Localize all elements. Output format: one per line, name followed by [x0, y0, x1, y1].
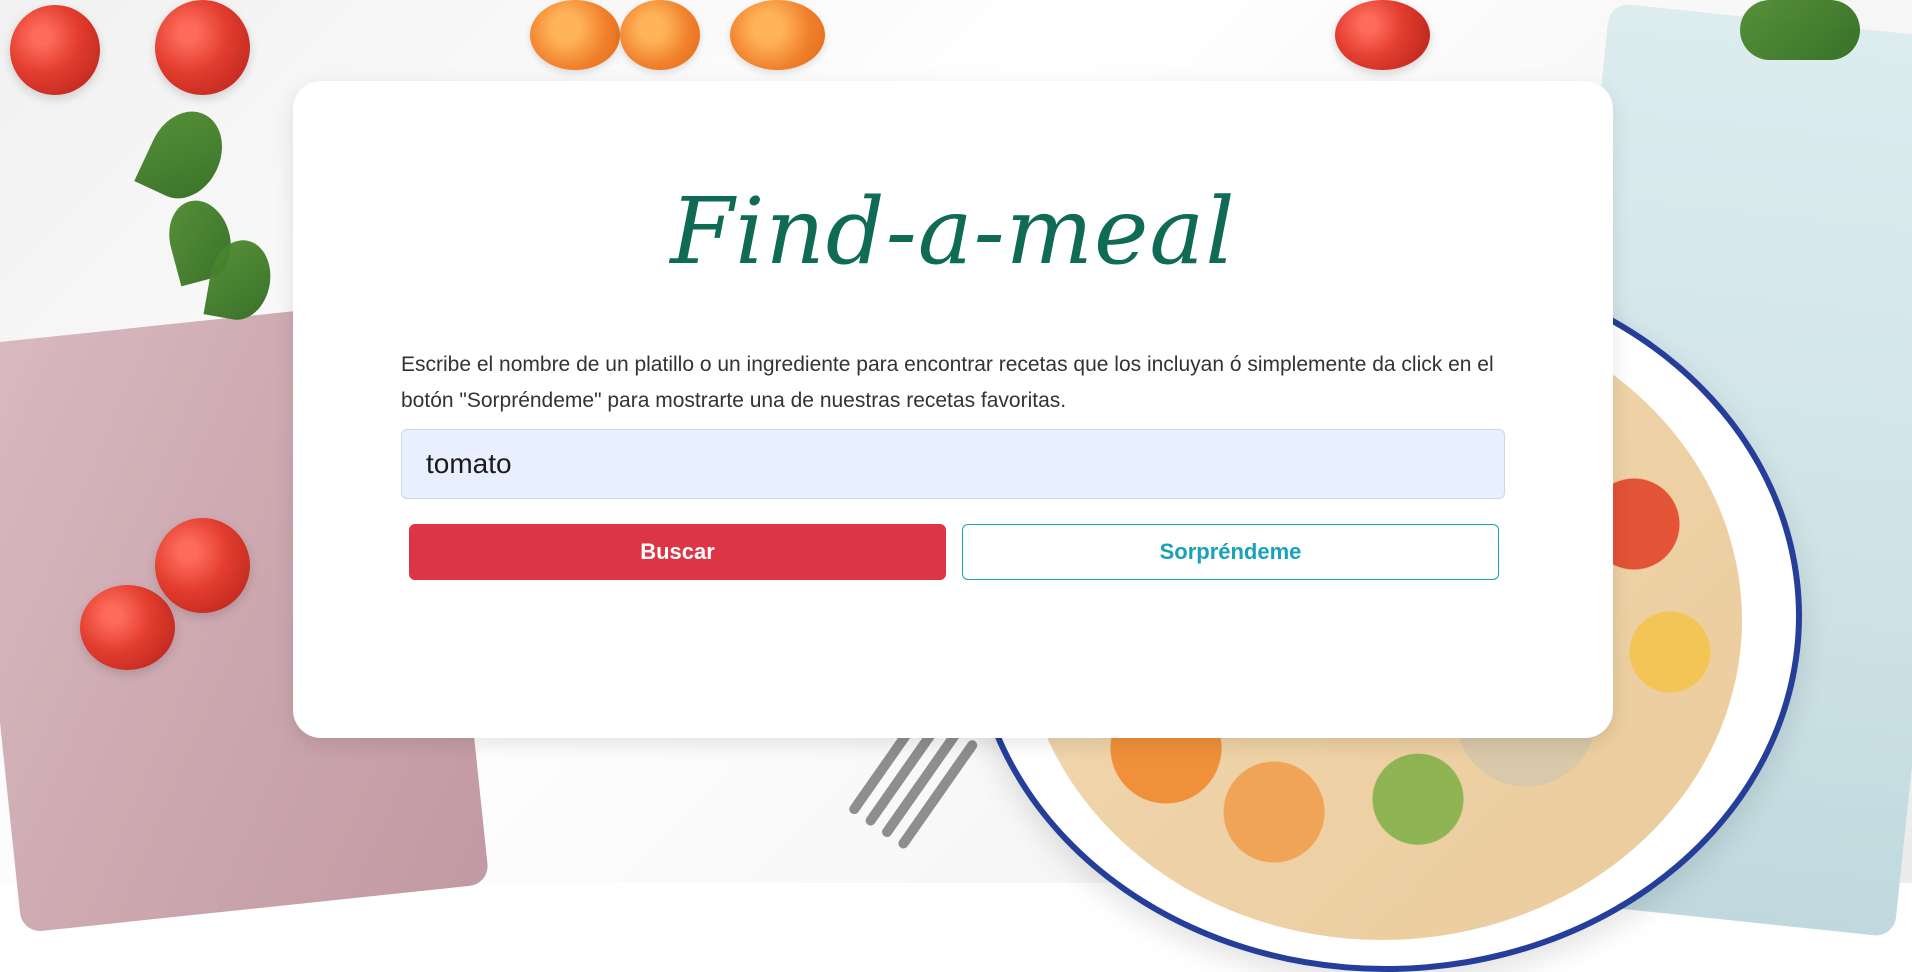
carrot-slice-icon — [620, 0, 700, 70]
tomato-icon — [80, 585, 175, 670]
search-card: Find-a-meal Escribe el nombre de un plat… — [293, 81, 1613, 738]
search-input[interactable] — [401, 429, 1505, 499]
basil-leaf-icon — [134, 99, 235, 210]
tomato-icon — [155, 518, 250, 613]
tomato-icon — [1335, 0, 1430, 70]
tomato-icon — [155, 0, 250, 95]
carrot-slice-icon — [530, 0, 620, 70]
tomato-icon — [10, 5, 100, 95]
surprise-me-button[interactable]: Sorpréndeme — [962, 524, 1499, 580]
action-buttons: Buscar Sorpréndeme — [409, 524, 1499, 582]
app-title: Find-a-meal — [293, 186, 1613, 278]
parsley-icon — [1740, 0, 1860, 60]
instructions-text: Escribe el nombre de un platillo o un in… — [401, 347, 1513, 419]
carrot-slice-icon — [730, 0, 825, 70]
search-button[interactable]: Buscar — [409, 524, 946, 580]
